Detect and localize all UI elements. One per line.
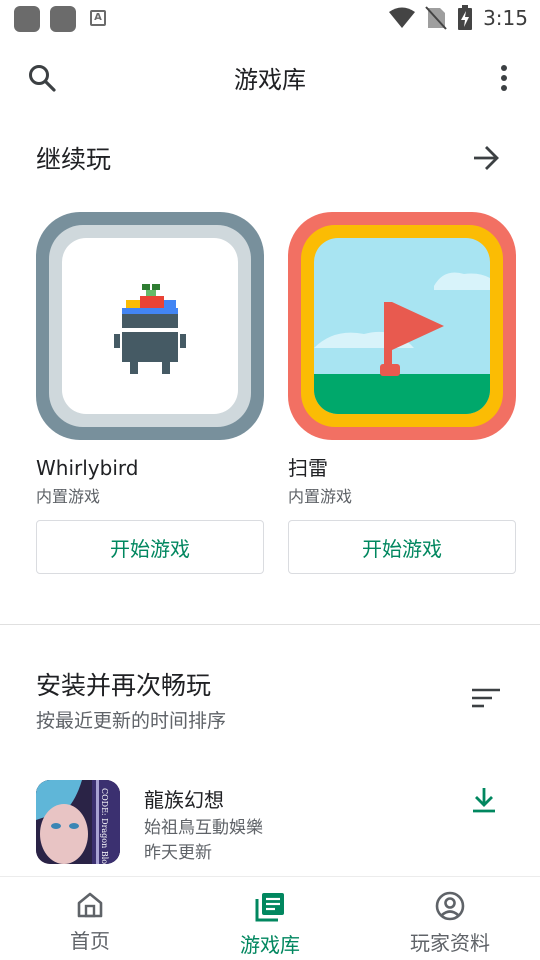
- arrow-forward-icon: [474, 146, 499, 170]
- nav-label: 游戏库: [240, 933, 300, 957]
- list-item[interactable]: CODE: Dragon Blood 龍族幻想 始祖鳥互動娛樂 昨天更新: [36, 780, 504, 866]
- notification-icon: [50, 6, 76, 32]
- nav-label: 首页: [70, 929, 110, 953]
- home-icon: [77, 892, 103, 918]
- sort-icon: [472, 688, 500, 708]
- continue-see-all-button[interactable]: [468, 138, 504, 178]
- sort-button[interactable]: [468, 680, 504, 716]
- installed-section-subtitle: 按最近更新的时间排序: [36, 710, 227, 732]
- download-icon: [473, 788, 495, 813]
- more-vert-icon: [501, 65, 507, 91]
- section-divider: [0, 624, 540, 625]
- no-sim-icon: [425, 6, 447, 30]
- wifi-icon: [389, 7, 416, 28]
- game-card-minesweeper[interactable]: 扫雷 内置游戏 开始游戏: [288, 212, 516, 574]
- game-subtitle: 内置游戏: [288, 487, 353, 506]
- font-notification-icon: A: [90, 10, 106, 26]
- installed-section-heading: 安装并再次畅玩: [36, 671, 212, 700]
- game-subtitle: 内置游戏: [36, 487, 101, 506]
- nav-label: 玩家资料: [410, 931, 490, 955]
- play-whirlybird-button[interactable]: 开始游戏: [36, 520, 264, 574]
- battery-charging-icon: [458, 5, 473, 30]
- status-bar: A 3:15: [0, 0, 540, 36]
- continue-section-heading: 继续玩: [36, 145, 112, 174]
- app-name: 龍族幻想: [144, 788, 224, 812]
- whirlybird-icon[interactable]: [36, 212, 264, 440]
- nav-library[interactable]: 游戏库: [180, 877, 360, 960]
- top-app-bar: 游戏库: [0, 36, 540, 120]
- nav-home[interactable]: 首页: [0, 877, 180, 960]
- status-time: 3:15: [483, 6, 528, 30]
- app-icon-caption: CODE: Dragon Blood: [100, 788, 109, 864]
- profile-icon: [435, 891, 465, 921]
- game-name: Whirlybird: [36, 456, 139, 480]
- more-options-button[interactable]: [484, 58, 524, 98]
- notification-icon: [14, 6, 40, 32]
- app-developer: 始祖鳥互動娛樂: [144, 818, 263, 838]
- nav-profile[interactable]: 玩家资料: [360, 877, 540, 960]
- play-minesweeper-button[interactable]: 开始游戏: [288, 520, 516, 574]
- game-card-whirlybird[interactable]: Whirlybird 内置游戏 开始游戏: [36, 212, 264, 574]
- game-name: 扫雷: [288, 456, 328, 480]
- app-update-time: 昨天更新: [144, 843, 212, 863]
- minesweeper-icon[interactable]: [288, 212, 516, 440]
- page-title: 游戏库: [234, 66, 306, 94]
- install-button[interactable]: [464, 780, 504, 820]
- library-icon: [255, 893, 284, 922]
- bottom-navigation: 首页 游戏库 玩家资料: [0, 876, 540, 960]
- dragon-raja-app-icon[interactable]: CODE: Dragon Blood: [36, 780, 120, 864]
